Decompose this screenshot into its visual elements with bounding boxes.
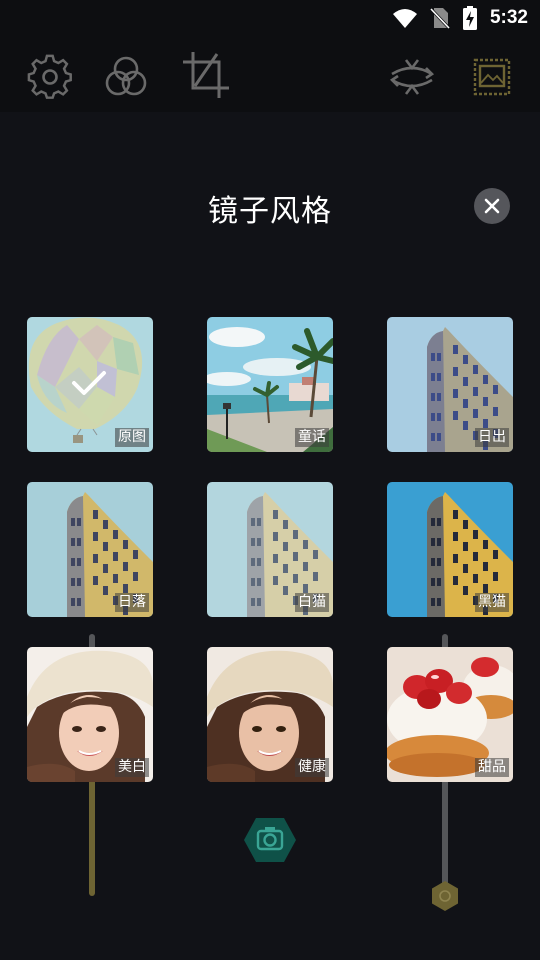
- battery-charging-icon: [462, 6, 477, 30]
- gallery-button[interactable]: [472, 57, 512, 97]
- crop-button[interactable]: [181, 50, 231, 100]
- screen: 5:32 镜子风格 原图 童话 日出 日落 白猫 黑猫 美白 健康 甜品: [0, 0, 540, 960]
- status-time: 5:32: [489, 7, 528, 28]
- switch-camera-button[interactable]: [388, 54, 436, 100]
- filter-tile-sunset[interactable]: 日落: [27, 482, 153, 617]
- hexagon-knob-icon: [432, 881, 458, 911]
- filter-label: 日落: [115, 593, 149, 612]
- filter-tile-black-cat[interactable]: 黑猫: [387, 482, 513, 617]
- filter-label: 甜品: [475, 758, 509, 777]
- filter-circles-icon: [105, 56, 147, 96]
- filter-tile-original[interactable]: 原图: [27, 317, 153, 452]
- shutter-button[interactable]: [243, 816, 297, 868]
- settings-button[interactable]: [27, 54, 73, 100]
- filter-button[interactable]: [103, 54, 149, 100]
- status-icons: 5:32: [392, 6, 528, 30]
- filter-label: 健康: [295, 758, 329, 777]
- crop-icon: [183, 52, 229, 98]
- dialog-title: 镜子风格: [208, 194, 332, 229]
- filter-tile-whitening[interactable]: 美白: [27, 647, 153, 782]
- flip-camera-icon: [389, 59, 435, 95]
- filter-label: 童话: [295, 428, 329, 447]
- filter-tile-sunrise[interactable]: 日出: [387, 317, 513, 452]
- check-icon: [72, 371, 106, 395]
- filter-tile-healthy[interactable]: 健康: [207, 647, 333, 782]
- close-button[interactable]: [474, 188, 510, 224]
- camera-toolbar: [0, 36, 540, 112]
- status-bar: 5:32: [0, 0, 540, 36]
- wifi-icon: [392, 9, 417, 28]
- no-sim-icon: [429, 7, 450, 29]
- camera-icon: [244, 818, 296, 862]
- filter-label: 日出: [475, 428, 509, 447]
- filter-label: 原图: [115, 428, 149, 447]
- stamp-frame-icon: [473, 58, 511, 96]
- gear-icon: [27, 54, 72, 99]
- close-icon: [484, 198, 500, 214]
- filter-tile-dessert[interactable]: 甜品: [387, 647, 513, 782]
- right-slider-knob[interactable]: [430, 880, 460, 916]
- filter-label: 白猫: [295, 593, 329, 612]
- filter-tile-white-cat[interactable]: 白猫: [207, 482, 333, 617]
- filter-label: 美白: [115, 758, 149, 777]
- filter-tile-fairytale[interactable]: 童话: [207, 317, 333, 452]
- filter-label: 黑猫: [475, 593, 509, 612]
